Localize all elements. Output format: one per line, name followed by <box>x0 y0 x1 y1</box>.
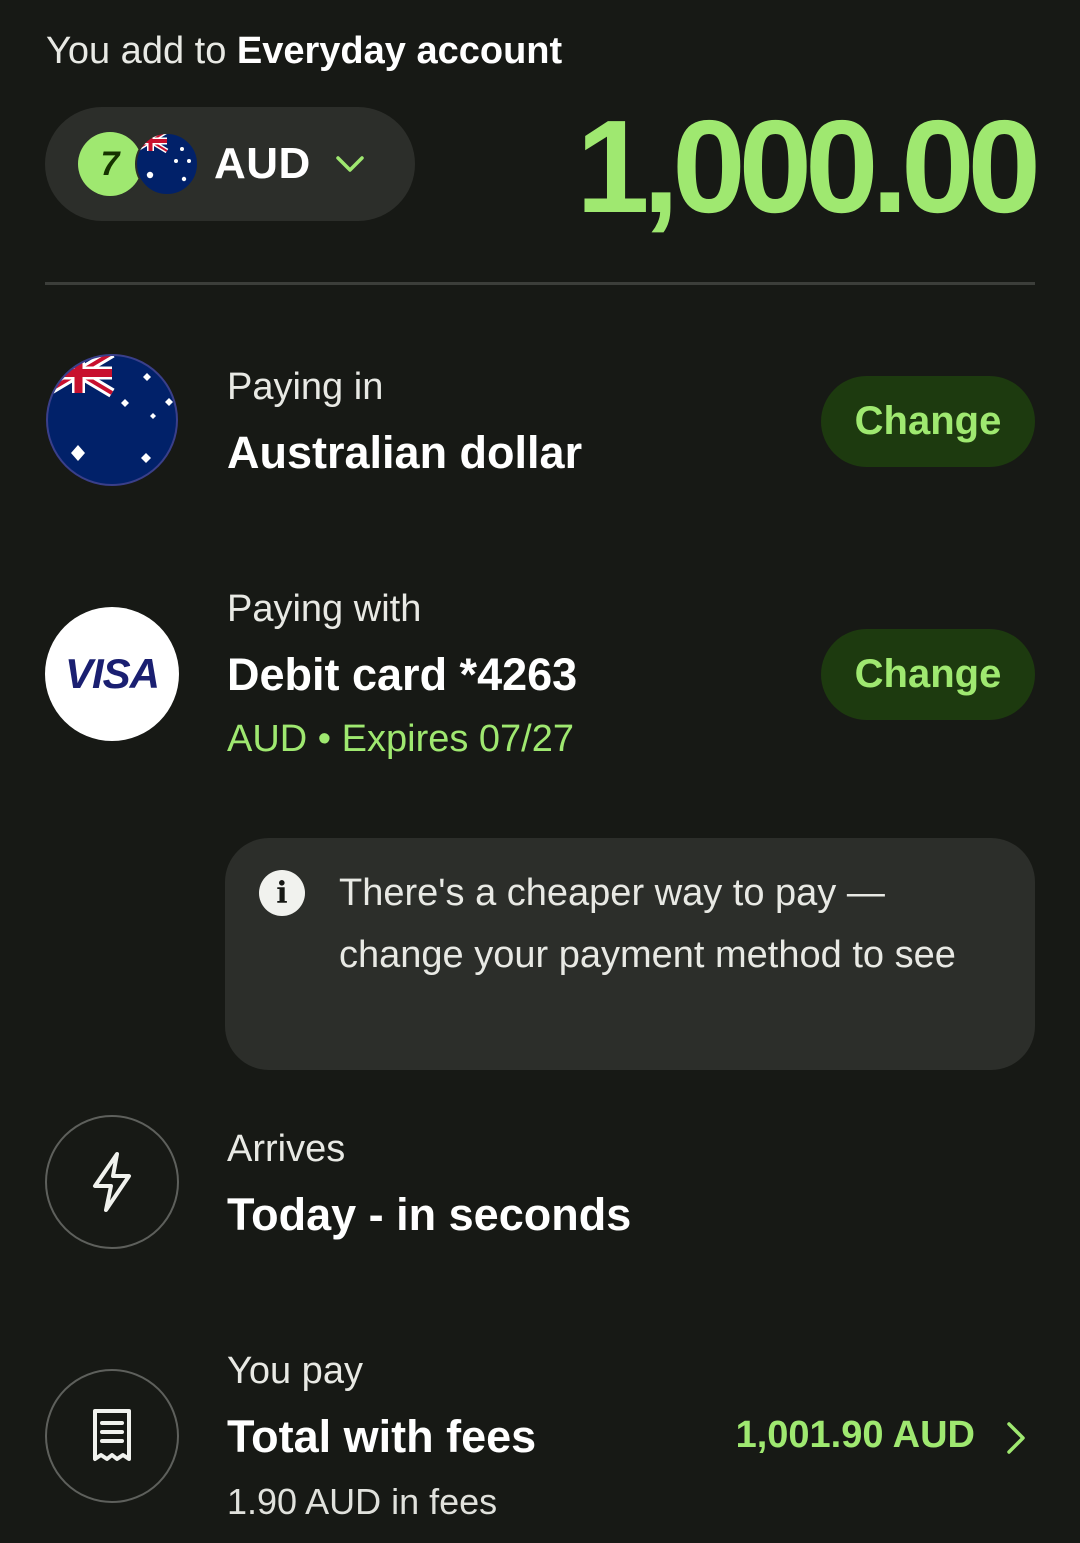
header-title: You add to Everyday account <box>46 30 562 73</box>
notice-text: There's a cheaper way to pay — change yo… <box>339 872 956 976</box>
visa-logo-icon: VISA <box>45 607 179 741</box>
divider <box>45 282 1035 285</box>
currency-selector[interactable]: 7 AUD <box>45 107 415 221</box>
paying-with-label: Paying with <box>227 588 422 630</box>
card-details: AUD • Expires 07/27 <box>227 718 575 760</box>
arrives-value: Today - in seconds <box>227 1189 632 1240</box>
lightning-icon <box>45 1115 179 1249</box>
change-payment-method-button[interactable]: Change <box>821 629 1035 720</box>
total-with-fees-link[interactable]: 1,001.90 AUD <box>736 1414 975 1457</box>
paying-in-label: Paying in <box>227 366 384 408</box>
change-currency-button[interactable]: Change <box>821 376 1035 467</box>
currency-code: AUD <box>214 139 311 188</box>
you-pay-label: You pay <box>227 1350 363 1392</box>
amount-input[interactable]: 1,000.00 <box>576 97 1041 237</box>
arrives-label: Arrives <box>227 1128 346 1170</box>
info-icon: i <box>259 870 305 916</box>
australia-flag-icon <box>135 132 199 196</box>
header-title-prefix: You add to <box>46 30 237 72</box>
fees-amount: 1.90 AUD in fees <box>227 1481 498 1522</box>
you-pay-value: Total with fees <box>227 1411 537 1462</box>
australia-flag-icon <box>46 354 178 486</box>
paying-in-value: Australian dollar <box>227 427 583 478</box>
chevron-right-icon[interactable] <box>1000 1418 1032 1458</box>
chevron-down-icon <box>336 156 364 172</box>
receipt-icon <box>45 1369 179 1503</box>
header-account-name: Everyday account <box>236 30 563 72</box>
wise-logo-icon: 7 <box>78 132 142 196</box>
paying-with-value: Debit card *4263 <box>227 649 578 700</box>
